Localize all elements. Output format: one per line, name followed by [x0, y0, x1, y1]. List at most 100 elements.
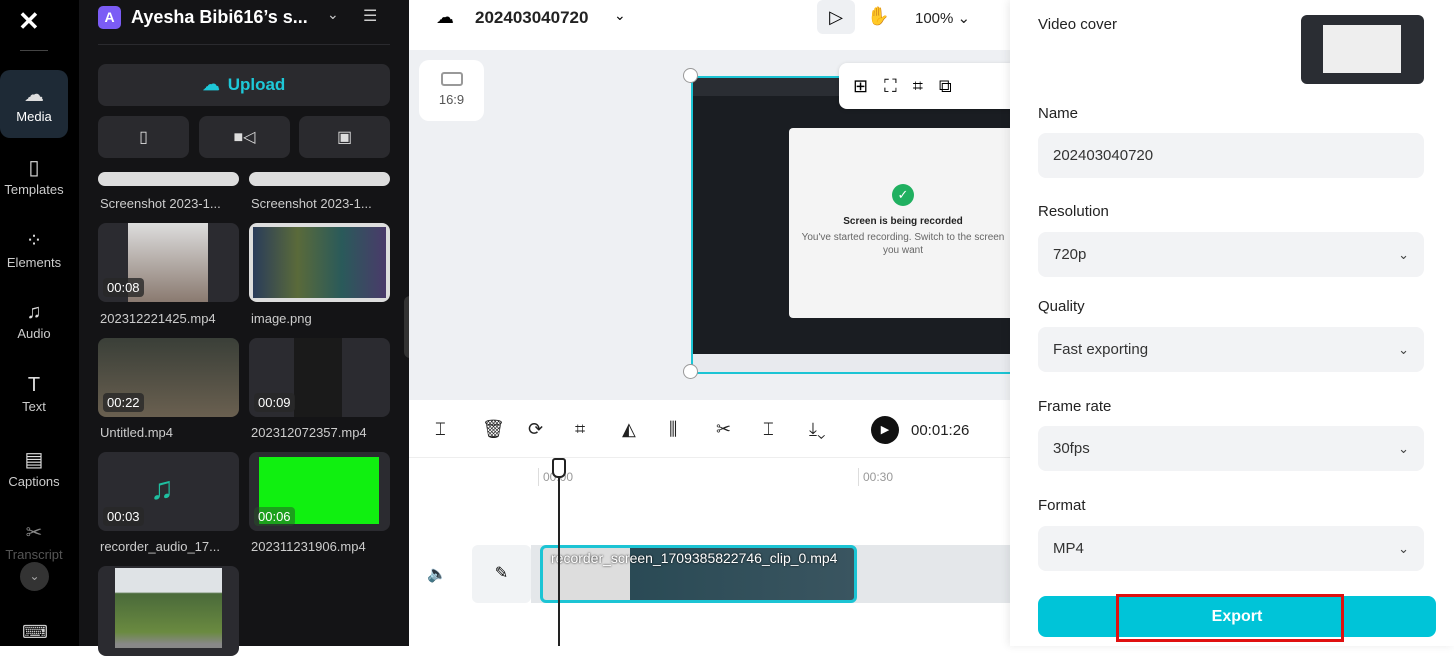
text-icon: T: [27, 374, 41, 396]
record-camera-button[interactable]: ■◁: [199, 116, 290, 158]
recording-dialog: ✓ Screen is being recorded You've starte…: [789, 128, 1010, 318]
screen-record-icon: ▣: [336, 129, 353, 146]
rail-label: Elements: [6, 255, 62, 270]
media-item[interactable]: [249, 172, 390, 186]
chevron-down-icon[interactable]: ⌄: [614, 7, 626, 24]
resolution-select[interactable]: 720p ⌄: [1038, 232, 1424, 277]
expand-rail-button[interactable]: ⌄: [20, 562, 49, 591]
quality-label: Quality: [1038, 298, 1085, 315]
media-item[interactable]: 00:06: [249, 452, 390, 531]
phone-upload-button[interactable]: ▯: [98, 116, 189, 158]
aspect-ratio-button[interactable]: 16:9: [419, 60, 484, 121]
sort-icon[interactable]: ☰: [363, 6, 377, 26]
workspace-name[interactable]: Ayesha Bibi616’s s...: [131, 7, 308, 28]
rail-text[interactable]: T Text: [0, 374, 68, 414]
media-item[interactable]: 00:09: [249, 338, 390, 417]
project-name[interactable]: 202403040720: [475, 8, 588, 28]
canvas-toolbar: ⊞ ⛶ ⌗ ⧉: [839, 63, 1010, 109]
cloud-saved-icon: ☁: [436, 7, 454, 27]
editor-center: ☁ 202403040720 ⌄ ▷ ✋ 100% ⌄ 16:9 ✓ Scree…: [409, 0, 1010, 646]
crop-icon[interactable]: ⌗: [575, 419, 585, 440]
timeline-clip[interactable]: recorder_screen_1709385822746_clip_0.mp4: [540, 545, 857, 603]
duration-badge: 00:06: [254, 507, 295, 526]
tick-label: 00:30: [863, 470, 894, 484]
duration-badge: 00:22: [103, 393, 144, 412]
canvas-area: 16:9 ✓ Screen is being recorded You've s…: [409, 50, 1010, 400]
rail-label: Captions: [8, 474, 60, 489]
framerate-label: Frame rate: [1038, 398, 1112, 415]
rail-elements[interactable]: ⁘ Elements: [0, 228, 68, 270]
keyboard-icon[interactable]: ⌨: [22, 622, 48, 643]
video-preview[interactable]: ✓ Screen is being recorded You've starte…: [691, 76, 1010, 374]
media-item[interactable]: ♫ 00:03: [98, 452, 239, 531]
edit-cover-button[interactable]: ✎: [472, 545, 531, 603]
fit-icon[interactable]: ⛶: [884, 76, 897, 97]
media-item[interactable]: [249, 223, 390, 302]
media-item-name: image.png: [251, 311, 312, 326]
duration-badge: 00:08: [103, 278, 144, 297]
media-item[interactable]: [98, 566, 239, 656]
chevron-down-icon[interactable]: ⌄: [327, 6, 339, 23]
playhead[interactable]: [558, 478, 560, 646]
duration-badge: 00:03: [103, 507, 144, 526]
framerate-select[interactable]: 30fps ⌄: [1038, 426, 1424, 471]
playhead-handle[interactable]: [552, 458, 566, 478]
split-icon[interactable]: ⌶: [435, 419, 446, 440]
replace-image-icon[interactable]: ⊞: [853, 76, 868, 97]
remove-silence-icon[interactable]: ✂: [716, 419, 731, 440]
camera-icon: ■◁: [233, 129, 256, 146]
crop-icon[interactable]: ⌗: [913, 76, 923, 97]
divider: [20, 50, 48, 51]
quality-value: Fast exporting: [1053, 341, 1149, 358]
media-item[interactable]: [98, 172, 239, 186]
media-item-name: Untitled.mp4: [100, 425, 173, 440]
play-button[interactable]: ▶: [871, 416, 899, 444]
select-tool-button[interactable]: ▷: [817, 0, 855, 34]
flip-icon[interactable]: ◭: [622, 419, 636, 440]
record-screen-button[interactable]: ▣: [299, 116, 390, 158]
video-cover-thumbnail[interactable]: [1301, 15, 1424, 84]
preview-sub: You've started recording. Switch to the …: [801, 232, 1005, 256]
hand-tool-button[interactable]: ✋: [867, 6, 889, 27]
phone-icon: ▯: [139, 129, 148, 146]
zoom-select[interactable]: 100% ⌄: [915, 9, 970, 27]
rail-audio[interactable]: ♫ Audio: [0, 301, 68, 341]
download-icon[interactable]: ⤓⌄: [809, 419, 825, 440]
highlight-box: [1116, 594, 1344, 642]
speed-icon[interactable]: ⟳: [528, 419, 543, 440]
duration-badge: 00:09: [254, 393, 295, 412]
resize-handle[interactable]: [683, 364, 698, 379]
resize-handle[interactable]: [683, 68, 698, 83]
export-panel: Video cover Name 202403040720 Resolution…: [1010, 0, 1454, 646]
chevron-down-icon: ⌄: [1398, 540, 1409, 556]
media-item[interactable]: 00:08: [98, 223, 239, 302]
name-label: Name: [1038, 105, 1079, 122]
rail-templates[interactable]: ▯ Templates: [0, 155, 68, 197]
framerate-value: 30fps: [1053, 440, 1090, 457]
rail-captions[interactable]: ▤ Captions: [0, 447, 68, 489]
freeze-icon[interactable]: ⫼: [669, 419, 677, 440]
picture-in-picture-icon[interactable]: ⧉: [939, 76, 952, 97]
resolution-label: Resolution: [1038, 203, 1109, 220]
rail-label: Media: [16, 109, 52, 124]
resolution-value: 720p: [1053, 246, 1087, 263]
chevron-down-icon: ⌄: [1398, 440, 1409, 456]
rail-label: Transcript: [5, 547, 63, 562]
media-item-name: 202311231906.mp4: [251, 539, 366, 554]
smart-trim-icon[interactable]: ⌶: [763, 419, 774, 440]
timeline-toolbar: ⌶ 🗑 ⟳ ⌗ ◭ ⫼ ✂ ⌶ ⤓⌄ ▶ 00:01:26: [409, 400, 1010, 458]
mute-icon[interactable]: 🔈: [427, 564, 447, 584]
rail-media[interactable]: ☁ Media: [0, 70, 68, 138]
quality-select[interactable]: Fast exporting ⌄: [1038, 327, 1424, 372]
media-item[interactable]: 00:22: [98, 338, 239, 417]
upload-button[interactable]: ☁ Upload: [98, 64, 390, 106]
delete-icon[interactable]: 🗑: [482, 419, 505, 440]
format-select[interactable]: MP4 ⌄: [1038, 526, 1424, 571]
rail-transcript[interactable]: ✂ Transcript: [0, 520, 68, 562]
rail-label: Audio: [17, 326, 51, 341]
timeline: 00:00 00:30 🔈 ✎ recorder_screen_17093858…: [409, 458, 1010, 646]
name-input[interactable]: 202403040720: [1038, 133, 1424, 178]
media-panel: A Ayesha Bibi616’s s... ⌄ ☰ ☁ Upload ▯ ■◁…: [79, 0, 409, 656]
format-label: Format: [1038, 497, 1086, 514]
templates-icon: ▯: [28, 157, 40, 179]
